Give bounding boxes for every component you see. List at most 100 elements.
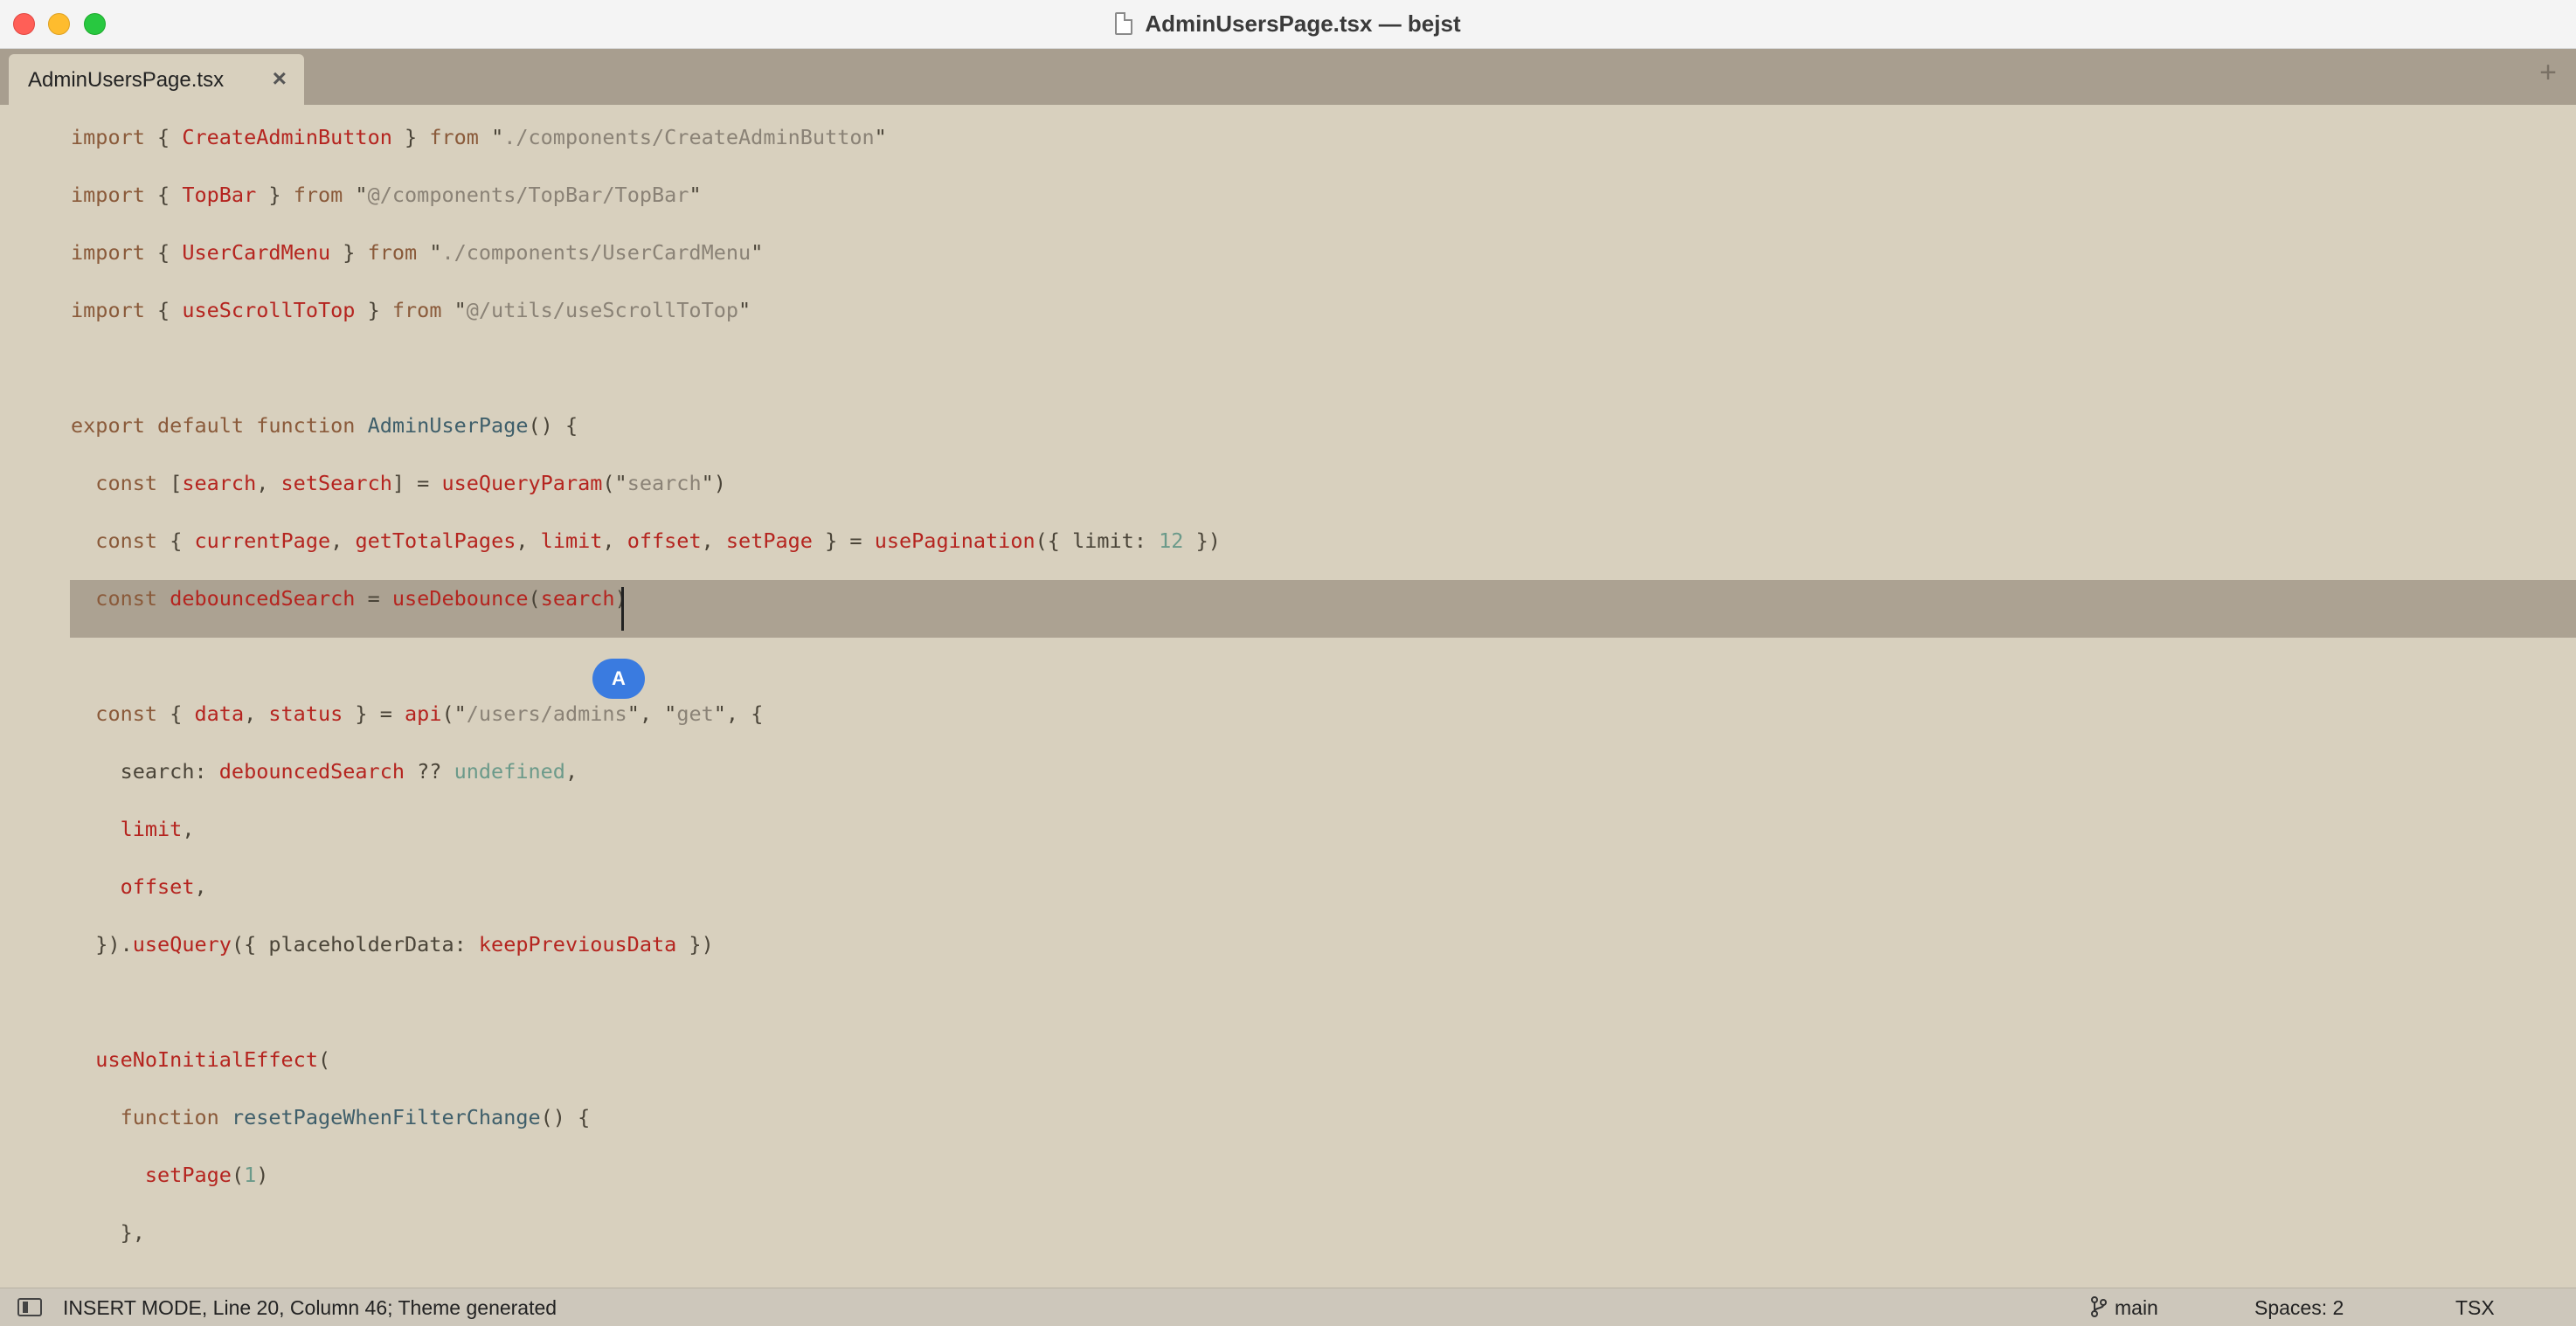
code-token: " [343, 183, 368, 207]
code-line[interactable]: import { CreateAdminButton } from "./com… [71, 108, 887, 166]
code-token: , [564, 759, 578, 784]
code-token: setSearch [280, 471, 392, 495]
code-token: limit [71, 817, 183, 841]
code-token: offset [71, 874, 195, 899]
code-token: const [71, 701, 158, 726]
code-token: useQueryParam [441, 471, 603, 495]
code-token: export default function [71, 413, 356, 438]
code-token: usePagination [874, 528, 1035, 553]
code-token: setPage [71, 1163, 232, 1187]
code-token: ] = [391, 471, 442, 495]
code-token: const [71, 471, 158, 495]
code-token: const [71, 586, 158, 611]
code-token: offset [627, 528, 702, 553]
code-token: function [71, 1105, 219, 1129]
code-token: import [71, 125, 145, 149]
document-icon [1115, 12, 1133, 35]
code-line[interactable]: const { currentPage, getTotalPages, limi… [71, 512, 1221, 570]
code-line[interactable]: }, [71, 1204, 145, 1261]
code-token: ({ placeholderData: [231, 932, 479, 957]
code-token: useNoInitialEffect [71, 1047, 318, 1072]
code-token: { [144, 125, 183, 149]
code-token: from [429, 125, 479, 149]
code-token: , [516, 528, 541, 553]
code-line[interactable]: useNoInitialEffect( [71, 1031, 330, 1088]
code-token: }) [676, 932, 714, 957]
git-branch-label[interactable]: main [2115, 1296, 2158, 1320]
code-token: " [478, 125, 504, 149]
code-token: 1 [244, 1163, 257, 1187]
code-token: setPage [725, 528, 813, 553]
code-token: ./components/UserCardMenu [441, 240, 751, 265]
code-token: ({ limit: [1035, 528, 1160, 553]
code-token: currentPage [194, 528, 331, 553]
code-token: " [441, 298, 467, 322]
code-token: { [157, 701, 195, 726]
code-token: import [71, 183, 145, 207]
indentation-setting[interactable]: Spaces: 2 [2254, 1296, 2344, 1320]
code-token: " [751, 240, 764, 265]
code-token: } = [812, 528, 875, 553]
code-line[interactable]: const debouncedSearch = useDebounce(sear… [71, 570, 627, 627]
code-line[interactable]: offset, [71, 858, 207, 915]
code-token: }) [1183, 528, 1221, 553]
text-cursor [621, 587, 624, 631]
code-token: ( [528, 586, 541, 611]
code-token: } [391, 125, 430, 149]
code-token: ?? [405, 759, 454, 784]
code-token: { [144, 240, 183, 265]
code-token: import [71, 240, 145, 265]
code-line[interactable]: limit, [71, 800, 195, 858]
code-token: ( [317, 1047, 331, 1072]
code-line[interactable]: const [search, setSearch] = useQueryPara… [71, 454, 726, 512]
code-line[interactable]: search: debouncedSearch ?? undefined, [71, 742, 578, 800]
code-token: , [194, 874, 207, 899]
git-branch-icon [2091, 1296, 2107, 1317]
code-token: search [540, 586, 615, 611]
code-token: undefined [454, 759, 565, 784]
new-tab-icon[interactable]: + [2539, 56, 2557, 90]
language-mode[interactable]: TSX [2455, 1296, 2495, 1320]
code-token: () { [528, 413, 578, 438]
code-token: 12 [1159, 528, 1184, 553]
code-token: useScrollToTop [182, 298, 356, 322]
code-token: status [268, 701, 343, 726]
status-mode-text: INSERT MODE, Line 20, Column 46; Theme g… [63, 1296, 557, 1319]
code-token: debouncedSearch [170, 586, 356, 611]
code-line[interactable]: import { useScrollToTop } from "@/utils/… [71, 281, 751, 339]
code-line[interactable]: import { TopBar } from "@/components/Top… [71, 166, 702, 224]
code-token: ) [256, 1163, 269, 1187]
code-line[interactable]: function resetPageWhenFilterChange() { [71, 1088, 591, 1146]
code-token: /users/admins [466, 701, 627, 726]
title-bar: AdminUsersPage.tsx — bejst [0, 0, 2576, 49]
tab-adminuserspage[interactable]: AdminUsersPage.tsx × [9, 54, 304, 105]
window-title-wrap: AdminUsersPage.tsx — bejst [0, 0, 2576, 47]
code-token: from [293, 183, 343, 207]
code-token: const [71, 528, 158, 553]
code-token: " [417, 240, 442, 265]
code-line[interactable]: import { UserCardMenu } from "./componen… [71, 224, 763, 281]
code-token: , [330, 528, 356, 553]
code-line[interactable]: const { data, status } = api("/users/adm… [71, 685, 763, 742]
code-token: from [391, 298, 442, 322]
code-token: , [701, 528, 726, 553]
code-token: getTotalPages [355, 528, 516, 553]
code-line[interactable]: }).useQuery({ placeholderData: keepPrevi… [71, 915, 714, 973]
code-token: limit [540, 528, 603, 553]
code-token: " [738, 298, 751, 322]
code-editor[interactable]: import { CreateAdminButton } from "./com… [0, 105, 2576, 1288]
code-token: debouncedSearch [218, 759, 405, 784]
sidebar-toggle-icon[interactable] [17, 1298, 42, 1316]
code-token: useQuery [132, 932, 232, 957]
code-token: AdminUserPage [367, 413, 529, 438]
code-line[interactable]: export default function AdminUserPage() … [71, 397, 578, 454]
code-token: { [157, 528, 195, 553]
code-token: } [330, 240, 368, 265]
code-token: ./components/CreateAdminButton [503, 125, 875, 149]
code-token: keepPreviousData [478, 932, 677, 957]
code-line[interactable]: setPage(1) [71, 1146, 269, 1204]
code-token: @/components/TopBar/TopBar [367, 183, 689, 207]
close-tab-icon[interactable]: × [273, 65, 287, 93]
